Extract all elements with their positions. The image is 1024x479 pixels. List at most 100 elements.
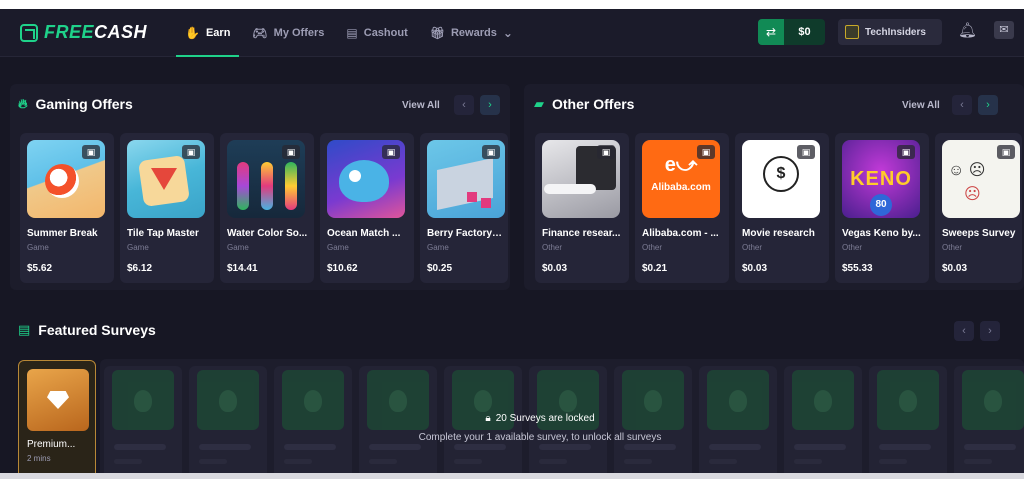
fire-icon: 🔥︎ (18, 96, 28, 111)
gem-icon (47, 391, 69, 409)
other-prev-arrow-icon[interactable]: ‹ (952, 95, 972, 115)
offer-category: Game (227, 243, 249, 252)
money-bag-icon (877, 370, 939, 430)
placeholder-line (964, 444, 1016, 450)
offer-title: Vegas Keno by... (842, 228, 921, 239)
chevron-down-icon: ⌄ (502, 26, 513, 40)
offer-category: Other (542, 243, 563, 252)
android-icon: ▣ (282, 145, 300, 159)
offer-thumbnail: ▣ (227, 140, 305, 218)
offer-card[interactable]: KENO 80 ▣ Vegas Keno by... Other $55.33 (835, 133, 929, 283)
offer-card[interactable]: ▣ Summer Break Game $5.62 (20, 133, 114, 283)
nav-rewards[interactable]: 🎁︎ Rewards ⌄ (419, 9, 524, 57)
layers-icon: ▰ (534, 96, 544, 111)
offer-category: Game (427, 243, 449, 252)
offer-price: $55.33 (842, 263, 873, 274)
offer-title: Berry Factory T... (427, 228, 503, 239)
premium-survey-card[interactable]: Premium... 2 mins (18, 360, 96, 479)
keno-ball-icon: 80 (870, 194, 892, 216)
offer-title: Summer Break (27, 228, 98, 239)
offer-card[interactable]: $ ▣ Movie research Other $0.03 (735, 133, 829, 283)
chat-icon[interactable]: ✉ (994, 21, 1014, 39)
nav-cashout[interactable]: ▤ Cashout (335, 9, 418, 57)
offer-card[interactable]: e⤻ Alibaba.com ▣ Alibaba.com - ... Other… (635, 133, 729, 283)
offer-thumbnail: e⤻ Alibaba.com ▣ (642, 140, 720, 218)
nav-cashout-label: Cashout (363, 27, 408, 39)
user-profile-button[interactable]: TechInsiders (838, 19, 942, 45)
offer-category: Other (842, 243, 863, 252)
placeholder-line (624, 444, 676, 450)
offer-card[interactable]: ▣ Berry Factory T... Game $0.25 (420, 133, 508, 283)
app-window: FREECASH ✋ Earn 🎮︎ My Offers ▤ Cashout 🎁… (0, 9, 1024, 479)
offer-price: $0.03 (742, 263, 768, 274)
gaming-next-arrow-icon[interactable]: › (480, 95, 500, 115)
featured-surveys-title: Featured Surveys (38, 322, 156, 338)
locked-surveys-title: 20 Surveys are locked (495, 413, 595, 424)
offer-price: $0.21 (642, 263, 668, 274)
tube-icon (261, 162, 273, 210)
nav-my-offers-label: My Offers (273, 27, 325, 39)
tube-icon (285, 162, 297, 210)
nav-earn[interactable]: ✋ Earn (174, 9, 241, 57)
featured-surveys-heading: ▤ Featured Surveys (18, 322, 156, 338)
locked-surveys-title-row: 🔒︎ 20 Surveys are locked (380, 413, 700, 424)
android-icon: ▣ (482, 145, 500, 159)
offer-thumbnail: $ ▣ (742, 140, 820, 218)
nav-my-offers[interactable]: 🎮︎ My Offers (241, 9, 335, 57)
lock-icon: 🔒︎ (485, 413, 491, 424)
offer-card[interactable]: ▣ Ocean Match ... Game $10.62 (320, 133, 414, 283)
avatar (845, 25, 859, 39)
offer-thumbnail: ▣ (542, 140, 620, 218)
other-view-all-link[interactable]: View All (902, 100, 940, 111)
balance-button[interactable]: ⇄ $0 (758, 19, 825, 45)
offer-card[interactable]: ▣ Finance resear... Other $0.03 (535, 133, 629, 283)
money-bag-icon (792, 370, 854, 430)
document-icon: ▤ (18, 322, 31, 337)
freecash-logo[interactable]: FREECASH (20, 22, 147, 43)
locked-surveys-message: 🔒︎ 20 Surveys are locked Complete your 1… (380, 413, 700, 443)
wallet-icon: ⇄ (758, 19, 784, 45)
surveys-prev-arrow-icon[interactable]: ‹ (954, 321, 974, 341)
placeholder-line (794, 459, 822, 464)
offer-title: Ocean Match ... (327, 228, 401, 239)
gift-icon: 🎁︎ (429, 26, 445, 40)
offer-card[interactable]: ▣ Tile Tap Master Game $6.12 (120, 133, 214, 283)
offer-thumbnail: ▣ (27, 140, 105, 218)
offer-category: Other (942, 243, 963, 252)
placeholder-line (284, 444, 336, 450)
offer-title: Finance resear... (542, 228, 621, 239)
offer-category: Game (327, 243, 349, 252)
gaming-view-all-link[interactable]: View All (402, 100, 440, 111)
locked-surveys-subtitle: Complete your 1 available survey, to unl… (418, 432, 662, 443)
offer-thumbnail: ▣ (427, 140, 505, 218)
window-bottom-edge (0, 473, 1024, 479)
offer-thumbnail: ▣ (127, 140, 205, 218)
android-icon: ▣ (897, 145, 915, 159)
offer-price: $10.62 (327, 263, 358, 274)
android-icon: ▣ (597, 145, 615, 159)
surveys-next-arrow-icon[interactable]: › (980, 321, 1000, 341)
offer-price: $0.03 (942, 263, 968, 274)
offer-title: Movie research (742, 228, 815, 239)
offer-card[interactable]: ☺ ☹ ☹ ▣ Sweeps Survey Other $0.03 (935, 133, 1022, 283)
gaming-prev-arrow-icon[interactable]: ‹ (454, 95, 474, 115)
placeholder-line (539, 444, 591, 450)
offer-card[interactable]: ▣ Water Color So... Game $14.41 (220, 133, 314, 283)
search-bar-icon (544, 184, 596, 194)
money-bag-icon (962, 370, 1024, 430)
gamepad-icon: 🎮︎ (252, 26, 268, 40)
placeholder-line (369, 444, 421, 450)
money-bag-icon (282, 370, 344, 430)
smiley-faces-icon: ☺ ☹ (948, 162, 986, 179)
android-icon: ▣ (697, 145, 715, 159)
other-next-arrow-icon[interactable]: › (978, 95, 998, 115)
fish-icon (339, 160, 389, 202)
offer-category: Game (27, 243, 49, 252)
gaming-offers-heading: 🔥︎ Gaming Offers (18, 96, 133, 112)
placeholder-line (284, 459, 312, 464)
notification-bell-icon[interactable]: 🔔︎ (958, 21, 977, 39)
android-icon: ▣ (382, 145, 400, 159)
nav-earn-label: Earn (205, 27, 231, 39)
placeholder-line (539, 459, 567, 464)
placeholder-line (114, 459, 142, 464)
